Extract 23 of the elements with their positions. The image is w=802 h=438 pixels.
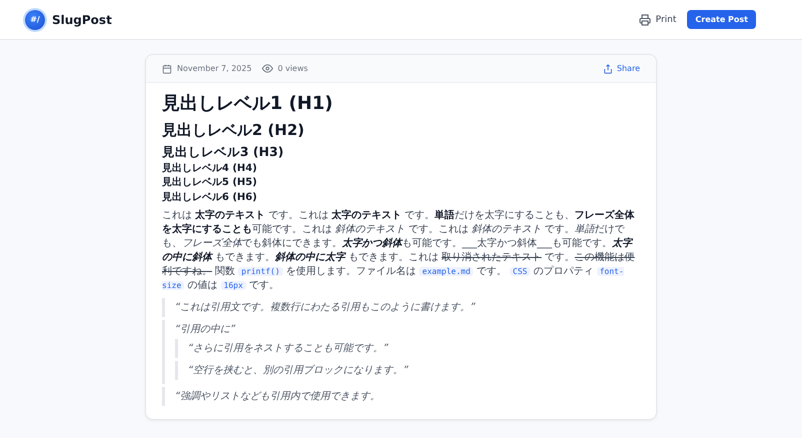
heading: 見出しレベル1 (H1) — [162, 93, 334, 116]
paragraph: これは 太字のテキスト です。これは 太字のテキスト です。単語だけを太字にすることも、フレーズ全体を太字にすることも可能です。これは 斜体のテキスト です。これは 斜体のテキスト です。単語だけでも、フレーズ全体でも斜体にできます。太字かつ斜体も可能です。___太字かつ斜体___も可能です。太字の中に斜体 もできます。斜体の中に太字 もできます。これは 取り消されたテキスト です。この機能は便利ですね。 関数 printf() を使用します。ファイル名は example.md です。 CSS のプロパティ font-size の値は 16px です。 — [162, 209, 636, 294]
share-icon — [602, 64, 613, 74]
quote-text: “引用の中に” — [175, 323, 236, 336]
print-button[interactable]: Print — [636, 12, 678, 28]
printer-icon — [638, 14, 651, 26]
post-date: November 7, 2025 — [177, 64, 252, 73]
logo-icon: #/ — [25, 10, 45, 30]
heading: 見出しレベル2 (H2) — [162, 120, 306, 140]
site-title: SlugPost — [52, 12, 112, 26]
create-post-button[interactable]: Create Post — [687, 10, 756, 29]
share-button[interactable]: Share — [602, 64, 640, 74]
eye-icon — [262, 63, 273, 74]
view-count: 0 views — [278, 64, 308, 73]
quote-text: “空行を挟むと、別の引用ブロックになります。” — [188, 364, 410, 378]
quote-text: “これは引用文です。複数行にわたる引用もこのように書けます。” — [175, 301, 476, 314]
heading: 見出しレベル3 (H3) — [162, 144, 285, 160]
heading: 見出しレベル5 (H5) — [162, 177, 258, 190]
calendar-icon — [162, 64, 172, 74]
quote-text: “強調やリストなども引用内で使用できます。 — [175, 390, 382, 404]
heading: 見出しレベル4 (H4) — [162, 162, 258, 176]
heading: 見出しレベル6 (H6) — [162, 192, 258, 204]
quote-text: “さらに引用をネストすることも可能です。” — [188, 342, 390, 356]
